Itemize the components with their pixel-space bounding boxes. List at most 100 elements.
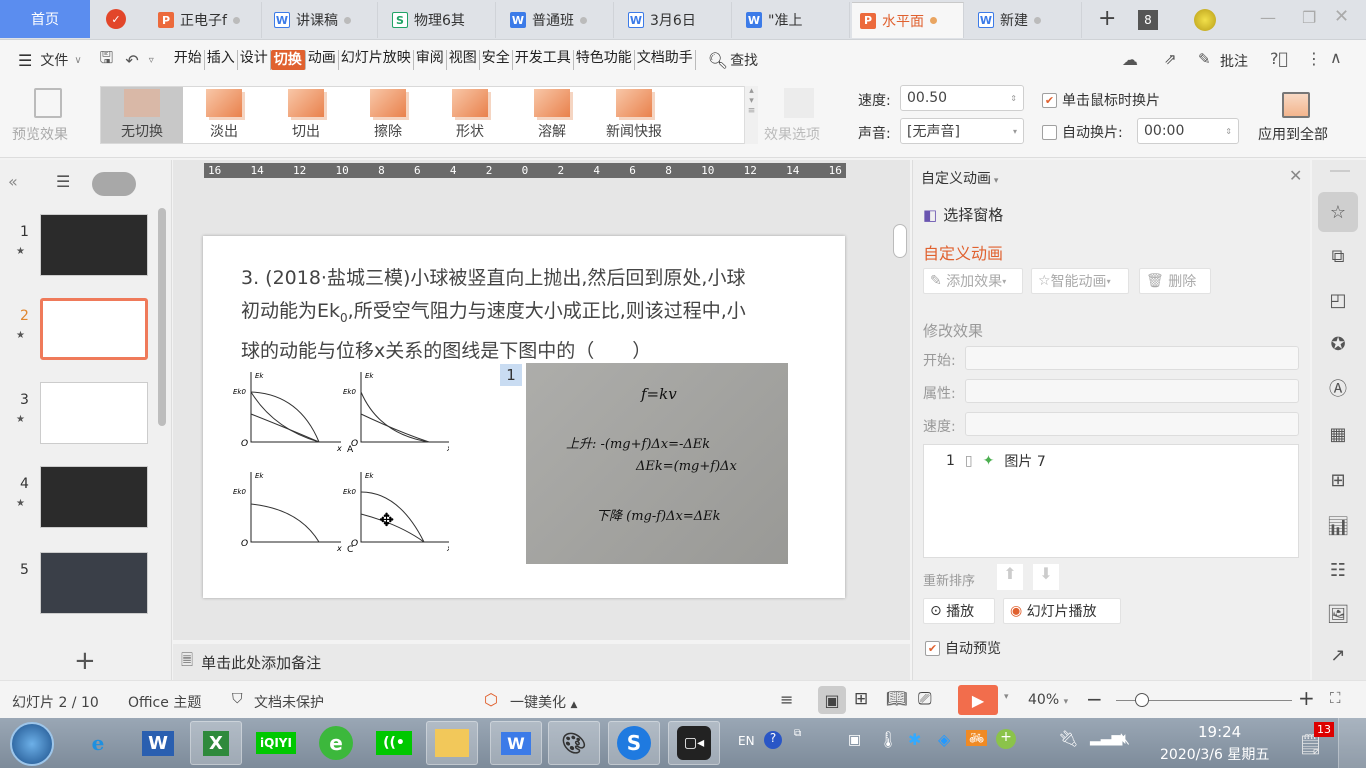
- slide-thumbnail[interactable]: [40, 214, 148, 276]
- handwriting-image[interactable]: f=kv 上升: -(mg+f)Δx=-ΔEk ΔEk=(mg+f)Δx 下降 …: [526, 363, 788, 564]
- browser-icon[interactable]: e: [310, 721, 362, 765]
- auto-advance-checkbox[interactable]: 自动换片:: [1042, 122, 1123, 142]
- fit-window-icon[interactable]: ⛶: [1330, 689, 1341, 707]
- doc-tab-6[interactable]: W "准上: [738, 2, 850, 38]
- power-icon[interactable]: 🔌︎: [1058, 729, 1078, 748]
- hamburger-icon[interactable]: ☰: [18, 51, 32, 70]
- slide-thumbnail[interactable]: [40, 552, 148, 614]
- network-icon[interactable]: ▂▃▅: [1090, 730, 1122, 746]
- normal-view-icon[interactable]: ▣: [818, 686, 846, 714]
- checkbox-checked[interactable]: ✔: [1042, 92, 1057, 108]
- graph-option[interactable]: BOEkEk0x: [343, 372, 449, 455]
- minimize-icon[interactable]: —: [1260, 8, 1276, 27]
- avatar[interactable]: [1194, 9, 1216, 31]
- close-panel-icon[interactable]: ✕: [1289, 166, 1302, 185]
- play-button[interactable]: ⊙ 播放: [923, 598, 995, 624]
- slideshow-button[interactable]: ◉ 幻灯片播放: [1003, 598, 1121, 624]
- undo-icon[interactable]: ↶: [125, 51, 138, 70]
- notes-area[interactable]: 🗏 单击此处添加备注: [173, 644, 910, 680]
- checkbox-unchecked[interactable]: [1042, 124, 1057, 140]
- layout-grid-icon[interactable]: ⊞: [1318, 460, 1358, 500]
- doc-tab-3[interactable]: S 物理6其: [384, 2, 496, 38]
- paint-icon[interactable]: 🎨︎: [548, 721, 600, 765]
- shapes-icon[interactable]: ◰: [1318, 280, 1358, 320]
- screen-recorder-icon[interactable]: ▢◂: [668, 721, 720, 765]
- cloud-sync-icon[interactable]: ☁: [1122, 50, 1138, 69]
- animation-order-marker[interactable]: 1: [500, 364, 522, 386]
- zoom-level[interactable]: 40% ▾: [1028, 692, 1068, 708]
- one-click-beautify-button[interactable]: 一键美化 ▲: [510, 692, 577, 712]
- animation-list[interactable]: 1 ▯ ✦ 图片 7: [923, 444, 1299, 558]
- file-menu[interactable]: 文件: [40, 50, 68, 70]
- menu-tab-2[interactable]: 设计: [238, 50, 271, 70]
- zoom-in-button[interactable]: +: [1298, 686, 1315, 710]
- bike-tray-icon[interactable]: 🚲︎: [966, 730, 988, 746]
- add-slide-button[interactable]: +: [74, 646, 96, 676]
- spinner-icon[interactable]: ⇕: [1225, 127, 1232, 136]
- reading-view-icon[interactable]: 📖︎: [886, 689, 908, 709]
- slide-sorter-icon[interactable]: ⊞: [854, 689, 868, 709]
- doc-tab-5[interactable]: W 3月6日: [620, 2, 732, 38]
- sogou-icon[interactable]: S: [608, 721, 660, 765]
- search-label[interactable]: 查找: [730, 50, 758, 70]
- protection-status[interactable]: 文档未保护: [254, 692, 324, 712]
- theme-name[interactable]: Office 主题: [128, 692, 201, 712]
- panel-header[interactable]: 自定义动画 ▾: [921, 168, 998, 188]
- adjust-sliders-icon[interactable]: ☷: [1318, 550, 1358, 590]
- slide-transition-icon[interactable]: ⧉: [1318, 236, 1358, 276]
- doc-tab-2[interactable]: W 讲课稿: [266, 2, 378, 38]
- thermometer-icon[interactable]: 🌡︎: [878, 730, 898, 749]
- share-icon[interactable]: ⇗: [1164, 50, 1177, 68]
- record-icon[interactable]: ⎚: [918, 689, 932, 709]
- clock-time[interactable]: 19:24: [1198, 723, 1241, 741]
- show-desktop-button[interactable]: [1338, 718, 1366, 768]
- slide[interactable]: 3. (2018·盐城三模)小球被竖直向上抛出,然后回到原处,小球 初动能为Ek…: [203, 236, 845, 598]
- ie-icon[interactable]: e: [72, 721, 124, 765]
- slide-thumbnail[interactable]: [40, 298, 148, 360]
- horizontal-ruler[interactable]: 16 14 12 10 8 6 4 2 0 2 4 6 8 10 12 14 16: [204, 163, 846, 178]
- doc-tab-4[interactable]: W 普通班: [502, 2, 614, 38]
- transition-option[interactable]: 淡出: [183, 87, 265, 143]
- window-count-badge[interactable]: 8: [1138, 10, 1158, 30]
- clock-date[interactable]: 2020/3/6 星期五: [1160, 744, 1269, 764]
- comment-icon[interactable]: ✎: [1198, 50, 1211, 68]
- graph-option[interactable]: DOEkEk0x: [343, 472, 449, 555]
- menu-tab-7[interactable]: 视图: [447, 50, 480, 70]
- file-explorer-icon[interactable]: [426, 721, 478, 765]
- spinner-icon[interactable]: ⇕: [1010, 94, 1017, 103]
- menu-tab-3[interactable]: 切换: [270, 50, 306, 70]
- doc-tab-1[interactable]: P 正电子f: [150, 2, 262, 38]
- image-icon[interactable]: 🖼︎: [1318, 594, 1358, 634]
- doc-tab-active[interactable]: P 水平面: [852, 2, 964, 38]
- wps-logo-icon[interactable]: ✓: [106, 9, 126, 29]
- custom-animation-icon[interactable]: ☆: [1318, 192, 1358, 232]
- apply-all-button[interactable]: 应用到全部: [1258, 124, 1328, 144]
- chat-tray-icon[interactable]: ✱: [908, 730, 921, 749]
- comment-button[interactable]: 批注: [1220, 51, 1248, 71]
- restore-icon[interactable]: ❐: [1302, 8, 1316, 27]
- excel-app-icon[interactable]: X: [190, 721, 242, 765]
- save-icon[interactable]: 🖫: [100, 47, 114, 74]
- home-tab[interactable]: 首页: [0, 0, 90, 38]
- speed-input[interactable]: 00.50 ⇕: [900, 85, 1024, 111]
- selection-pane-button[interactable]: ◧ 选择窗格: [923, 204, 1003, 225]
- menu-tab-8[interactable]: 安全: [480, 50, 513, 70]
- transition-option[interactable]: 切出: [265, 87, 347, 143]
- grip-handle[interactable]: [1330, 170, 1350, 172]
- preview-icon[interactable]: [34, 88, 62, 118]
- update-tray-icon[interactable]: +: [996, 729, 1016, 749]
- language-indicator[interactable]: EN: [738, 734, 755, 748]
- zoom-out-button[interactable]: −: [1086, 687, 1103, 711]
- zoom-slider-thumb[interactable]: [1134, 693, 1149, 707]
- collapse-ribbon-icon[interactable]: ∧: [1330, 48, 1342, 67]
- word-app-icon[interactable]: W: [132, 721, 184, 765]
- menu-tab-10[interactable]: 特色功能: [574, 50, 635, 70]
- transition-option[interactable]: 溶解: [511, 87, 593, 143]
- auto-advance-time-input[interactable]: 00:00 ⇕: [1137, 118, 1239, 144]
- menu-tab-6[interactable]: 审阅: [414, 50, 447, 70]
- iqiyi-icon[interactable]: iQIYI: [250, 721, 302, 765]
- menu-tab-9[interactable]: 开发工具: [513, 50, 574, 70]
- animation-list-item[interactable]: 1 ▯ ✦ 图片 7: [924, 445, 1298, 477]
- camera-tray-icon[interactable]: ▣: [848, 732, 861, 748]
- doc-tab-8[interactable]: W 新建: [970, 2, 1082, 38]
